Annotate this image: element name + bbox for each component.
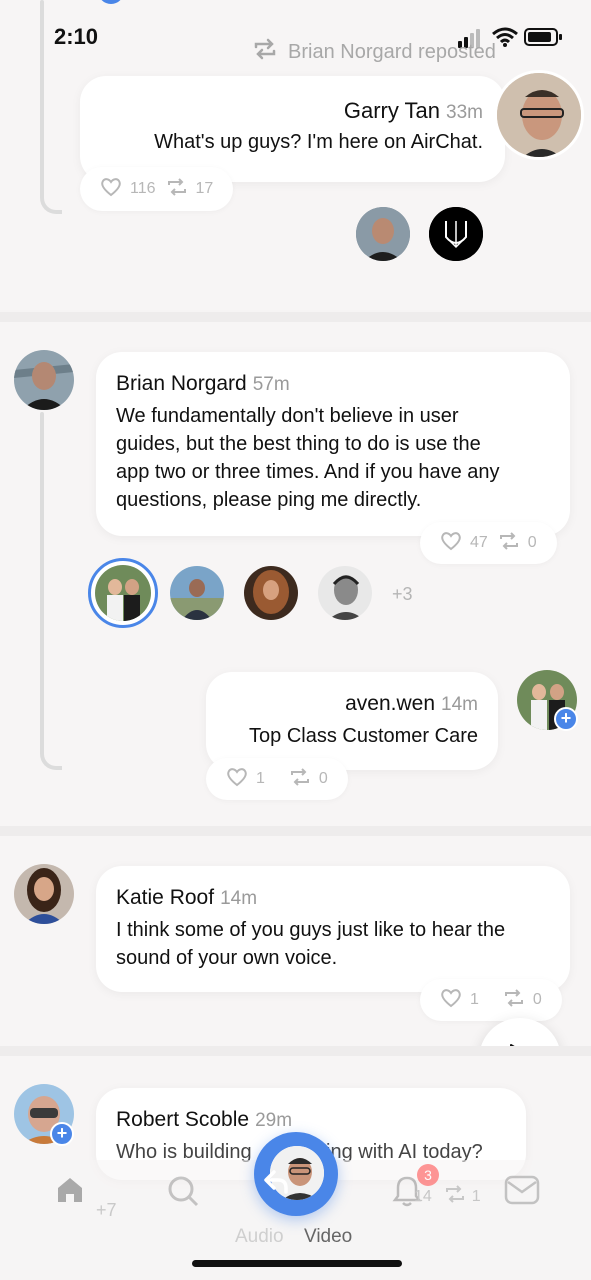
reply-avatar-brian[interactable] <box>356 207 410 261</box>
more-count: +7 <box>96 1200 117 1220</box>
listener-avatar[interactable] <box>170 566 224 620</box>
repost-count: 0 <box>527 534 537 551</box>
follow-plus-icon[interactable]: + <box>50 1122 74 1146</box>
post-time: 57m <box>252 374 290 395</box>
avatar-katie[interactable] <box>14 864 74 924</box>
post-time: 14m <box>441 694 478 715</box>
section-divider <box>0 312 591 322</box>
thread-line <box>40 0 44 196</box>
repost-count: 1 <box>471 1187 481 1205</box>
like-count: 1 <box>256 770 265 787</box>
battery-icon <box>524 27 564 52</box>
heart-icon[interactable] <box>440 988 462 1013</box>
repost-banner[interactable]: Brian Norgard reposted <box>252 38 496 66</box>
post-stats-brian: 47 0 <box>420 522 557 564</box>
post-stats-aven: 1 0 <box>206 758 348 800</box>
home-icon[interactable] <box>54 1174 86 1211</box>
post-stats-garry: 116 17 <box>80 167 234 211</box>
listeners-more-count[interactable]: +3 <box>392 584 413 605</box>
avatar-garry[interactable] <box>494 70 584 160</box>
follow-plus-icon[interactable]: + <box>554 707 578 731</box>
author-name[interactable]: Garry Tan <box>344 98 440 124</box>
heart-icon[interactable] <box>100 177 122 202</box>
like-count: 116 <box>130 180 156 197</box>
post-text: Top Class Customer Care <box>249 725 478 747</box>
post-stats-robert: 14 1 <box>398 1184 481 1209</box>
wifi-icon <box>492 27 518 52</box>
like-count: 47 <box>470 534 488 551</box>
author-name[interactable]: aven.wen <box>345 692 435 716</box>
post-text: We fundamentally don't believe in user g… <box>116 405 500 511</box>
post-text: What's up guys? I'm here on AirChat. <box>154 131 483 153</box>
mode-video-tab[interactable]: Video <box>304 1226 352 1248</box>
repost-banner-text: Brian Norgard reposted <box>288 40 496 63</box>
post-time: 14m <box>220 888 258 909</box>
repost-count: 0 <box>318 770 328 787</box>
repost-count: 0 <box>532 991 542 1008</box>
like-count: 1 <box>470 991 479 1008</box>
author-name[interactable]: Katie Roof <box>116 886 214 910</box>
post-bubble-aven[interactable]: aven.wen 14m Top Class Customer Care <box>206 672 498 770</box>
search-icon[interactable] <box>166 1174 200 1213</box>
repost-icon[interactable] <box>498 531 520 556</box>
listener-avatar-active[interactable] <box>88 558 158 628</box>
avatar-brian[interactable] <box>14 350 74 410</box>
repost-icon[interactable] <box>289 767 311 792</box>
post-time: 33m <box>446 102 483 123</box>
post-text: I think some of you guys just like to he… <box>116 919 506 969</box>
author-name[interactable]: Robert Scoble <box>116 1108 249 1132</box>
repost-icon[interactable] <box>444 1184 466 1209</box>
record-button[interactable] <box>254 1132 338 1216</box>
thread-line <box>40 412 44 752</box>
notification-badge: 3 <box>417 1164 439 1186</box>
repost-icon[interactable] <box>166 177 188 202</box>
author-name[interactable]: Brian Norgard <box>116 372 247 396</box>
post-stats-katie: 1 0 <box>420 979 562 1021</box>
reply-avatar-logo[interactable] <box>429 207 483 261</box>
section-divider <box>0 1046 591 1056</box>
listener-avatar[interactable] <box>318 566 372 620</box>
reply-arrow-icon <box>262 1166 292 1201</box>
repost-icon <box>252 38 278 66</box>
heart-icon[interactable] <box>440 531 462 556</box>
mode-audio-tab[interactable]: Audio <box>235 1226 284 1248</box>
home-indicator <box>192 1260 402 1267</box>
post-bubble-katie[interactable]: Katie Roof 14m I think some of you guys … <box>96 866 570 992</box>
post-time: 29m <box>255 1110 293 1131</box>
status-time: 2:10 <box>54 24 99 49</box>
listener-avatar[interactable] <box>244 566 298 620</box>
section-divider <box>0 826 591 836</box>
repost-count: 17 <box>195 180 214 197</box>
repost-icon[interactable] <box>503 988 525 1013</box>
inbox-icon[interactable] <box>504 1174 540 1211</box>
heart-icon[interactable] <box>226 767 248 792</box>
post-bubble-brian[interactable]: Brian Norgard 57m We fundamentally don't… <box>96 352 570 536</box>
